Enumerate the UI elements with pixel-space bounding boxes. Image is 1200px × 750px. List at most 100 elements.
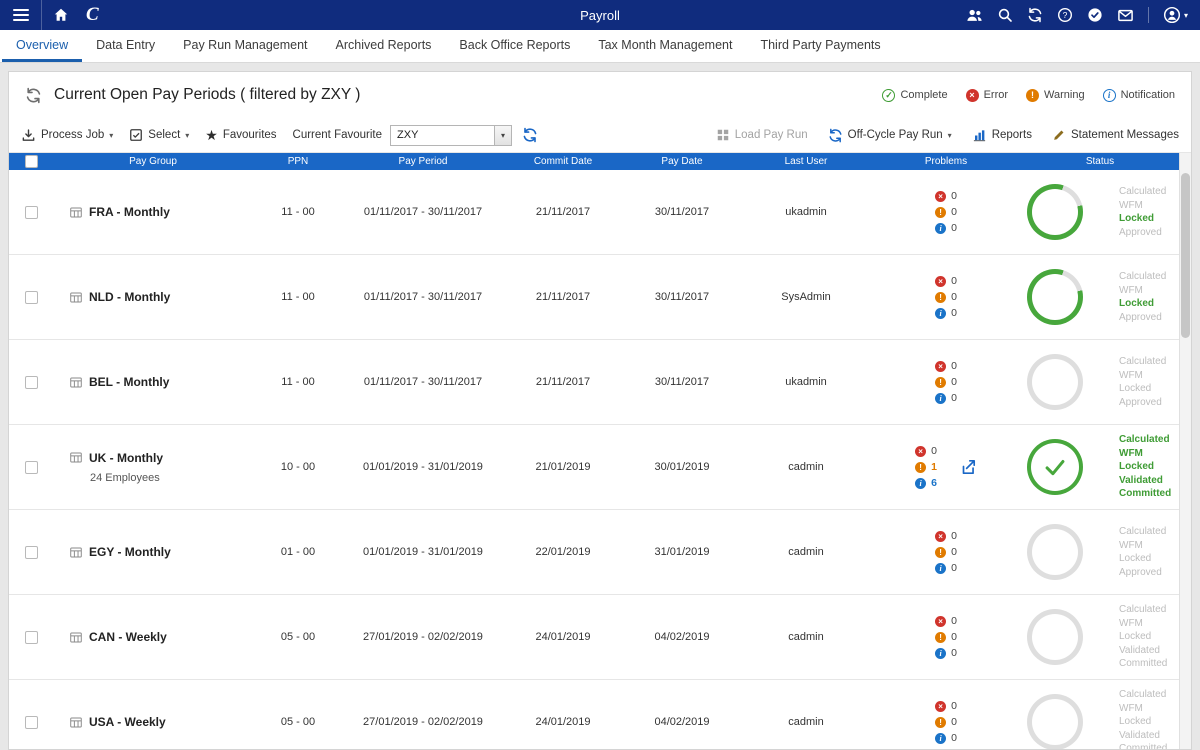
off-cycle-pay-run-button[interactable]: Off-Cycle Pay Run▾: [828, 128, 952, 143]
row-last-user: cadmin: [741, 546, 871, 558]
help-icon[interactable]: ?: [1057, 7, 1073, 23]
refresh-favourite-icon: [522, 127, 538, 143]
current-favourite-select[interactable]: ZXY ▾: [390, 125, 512, 146]
progress-circle: [1027, 694, 1083, 749]
status-item: Locked: [1119, 552, 1166, 566]
menu-button[interactable]: [0, 0, 42, 30]
col-commit-date[interactable]: Commit Date: [503, 156, 623, 167]
reports-button[interactable]: Reports: [972, 128, 1032, 143]
row-checkbox[interactable]: [25, 546, 38, 559]
pencil-icon: [1052, 128, 1066, 142]
row-last-user: SysAdmin: [741, 291, 871, 303]
select-all-checkbox[interactable]: [25, 155, 38, 168]
row-last-user: ukadmin: [741, 206, 871, 218]
row-pay-period: 01/11/2017 - 30/11/2017: [343, 206, 503, 218]
row-commit-date: 24/01/2019: [503, 716, 623, 728]
row-checkbox[interactable]: [25, 376, 38, 389]
row-checkbox[interactable]: [25, 461, 38, 474]
tab-third-party-payments[interactable]: Third Party Payments: [746, 30, 894, 62]
table-row[interactable]: FRA - Monthly 11 - 00 01/11/2017 - 30/11…: [9, 170, 1191, 255]
status-item: Committed: [1119, 657, 1167, 671]
table-row[interactable]: EGY - Monthly 01 - 00 01/01/2019 - 31/01…: [9, 510, 1191, 595]
row-pay-date: 31/01/2019: [623, 546, 741, 558]
row-ppn: 11 - 00: [253, 291, 343, 303]
profile-menu[interactable]: ▾: [1163, 6, 1188, 24]
col-pay-period[interactable]: Pay Period: [343, 156, 503, 167]
card-header: Current Open Pay Periods ( filtered by Z…: [9, 72, 1191, 118]
row-pay-period: 01/01/2019 - 31/01/2019: [343, 546, 503, 558]
tab-overview[interactable]: Overview: [2, 30, 82, 62]
table-row[interactable]: BEL - Monthly 11 - 00 01/11/2017 - 30/11…: [9, 340, 1191, 425]
warning-problem: !0: [935, 716, 957, 728]
table-row[interactable]: USA - Weekly 05 - 00 27/01/2019 - 02/02/…: [9, 680, 1191, 749]
status-item: Locked: [1119, 297, 1166, 311]
legend-complete: ✓Complete: [882, 89, 947, 102]
row-pay-date: 04/02/2019: [623, 631, 741, 643]
row-pay-group-name[interactable]: USA - Weekly: [89, 715, 166, 729]
problems-cell: ×0 !0 i0: [871, 615, 1021, 659]
info-count: 0: [951, 307, 957, 319]
favourites-button[interactable]: ★ Favourites: [205, 128, 276, 142]
col-status[interactable]: Status: [1021, 156, 1179, 167]
row-checkbox[interactable]: [25, 291, 38, 304]
warning-problem: !0: [935, 206, 957, 218]
error-icon: ×: [935, 701, 946, 712]
home-button[interactable]: [42, 0, 80, 30]
row-pay-date: 04/02/2019: [623, 716, 741, 728]
col-pay-group[interactable]: Pay Group: [53, 156, 253, 167]
brand-logo: C: [80, 4, 105, 26]
sync-icon[interactable]: [1027, 7, 1043, 23]
error-icon: ×: [935, 191, 946, 202]
tab-back-office-reports[interactable]: Back Office Reports: [445, 30, 584, 62]
row-last-user: cadmin: [741, 461, 871, 473]
row-pay-group-name[interactable]: FRA - Monthly: [89, 205, 170, 219]
scrollbar-thumb[interactable]: [1181, 173, 1190, 338]
row-pay-group-name[interactable]: CAN - Weekly: [89, 630, 167, 644]
table-row[interactable]: UK - Monthly 24 Employees 10 - 00 01/01/…: [9, 425, 1191, 510]
legend-warning: !Warning: [1026, 89, 1085, 102]
tab-tax-month-management[interactable]: Tax Month Management: [584, 30, 746, 62]
table-row[interactable]: NLD - Monthly 11 - 00 01/11/2017 - 30/11…: [9, 255, 1191, 340]
mail-icon[interactable]: [1117, 7, 1134, 24]
tab-archived-reports[interactable]: Archived Reports: [322, 30, 446, 62]
col-pay-date[interactable]: Pay Date: [623, 156, 741, 167]
row-last-user: cadmin: [741, 716, 871, 728]
row-checkbox[interactable]: [25, 206, 38, 219]
select-button[interactable]: Select▾: [129, 128, 189, 142]
vertical-scrollbar[interactable]: [1179, 153, 1191, 749]
error-count: 0: [951, 275, 957, 287]
status-item: Validated: [1119, 474, 1171, 488]
search-icon[interactable]: [997, 7, 1013, 23]
load-pay-run-button[interactable]: Load Pay Run: [716, 128, 808, 142]
col-last-user[interactable]: Last User: [741, 156, 871, 167]
statement-messages-button[interactable]: Statement Messages: [1052, 128, 1179, 142]
problems-cell: ×0 !0 i0: [871, 360, 1021, 404]
refresh-button[interactable]: [25, 87, 42, 104]
row-pay-group-name[interactable]: NLD - Monthly: [89, 290, 170, 304]
row-pay-group-name[interactable]: BEL - Monthly: [89, 375, 169, 389]
info-count: 0: [951, 732, 957, 744]
row-pay-group-name[interactable]: UK - Monthly: [89, 451, 163, 465]
check-circle-icon[interactable]: [1087, 7, 1103, 23]
warning-problem: !0: [935, 631, 957, 643]
status-item: Calculated: [1119, 355, 1166, 369]
row-checkbox[interactable]: [25, 716, 38, 729]
process-job-button[interactable]: Process Job▾: [21, 128, 113, 143]
info-count: 0: [951, 392, 957, 404]
error-icon: ×: [935, 616, 946, 627]
progress-circle: [1027, 524, 1083, 580]
users-icon[interactable]: [966, 7, 983, 24]
status-list: CalculatedWFMLockedValidatedCommitted: [1119, 688, 1167, 749]
tab-data-entry[interactable]: Data Entry: [82, 30, 169, 62]
status-cell: CalculatedWFMLockedValidatedCommitted: [1021, 433, 1179, 501]
export-icon[interactable]: [959, 458, 977, 476]
row-checkbox[interactable]: [25, 631, 38, 644]
col-problems[interactable]: Problems: [871, 156, 1021, 167]
warning-problem: !0: [935, 291, 957, 303]
refresh-favourite-button[interactable]: [522, 127, 538, 143]
col-ppn[interactable]: PPN: [253, 156, 343, 167]
table-row[interactable]: CAN - Weekly 05 - 00 27/01/2019 - 02/02/…: [9, 595, 1191, 680]
tab-pay-run-management[interactable]: Pay Run Management: [169, 30, 321, 62]
row-pay-date: 30/11/2017: [623, 206, 741, 218]
row-pay-group-name[interactable]: EGY - Monthly: [89, 545, 171, 559]
